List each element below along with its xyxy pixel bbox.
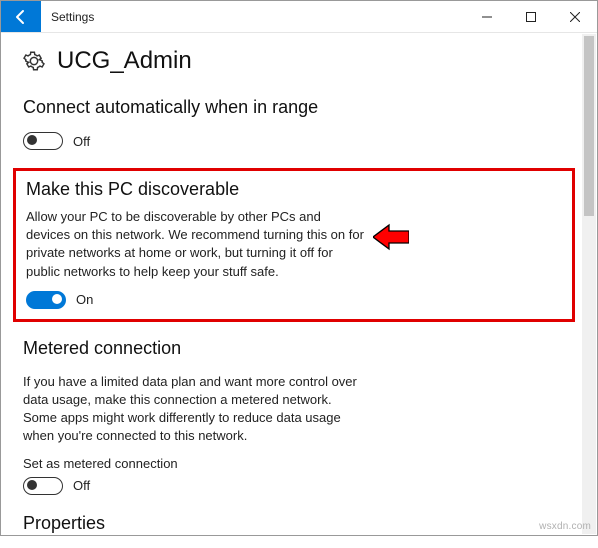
- section-connect-automatically: Connect automatically when in range Off: [23, 97, 575, 150]
- section-title-discoverable: Make this PC discoverable: [26, 179, 562, 200]
- back-button[interactable]: [1, 1, 41, 32]
- page-header: UCG_Admin: [23, 47, 575, 75]
- highlighted-section-discoverable: Make this PC discoverable Allow your PC …: [13, 168, 575, 322]
- section-properties: Properties: [23, 513, 575, 534]
- annotation-arrow: [373, 223, 409, 251]
- metered-toggle-label: Off: [73, 478, 90, 493]
- arrow-left-icon: [13, 9, 29, 25]
- section-title-connect: Connect automatically when in range: [23, 97, 575, 118]
- vertical-scrollbar[interactable]: [582, 34, 596, 534]
- discoverable-toggle[interactable]: [26, 291, 66, 309]
- section-metered: Metered connection If you have a limited…: [23, 338, 575, 495]
- connect-toggle[interactable]: [23, 132, 63, 150]
- metered-toggle[interactable]: [23, 477, 63, 495]
- minimize-button[interactable]: [465, 1, 509, 32]
- close-button[interactable]: [553, 1, 597, 32]
- metered-label: Set as metered connection: [23, 456, 575, 471]
- minimize-icon: [482, 12, 492, 22]
- maximize-button[interactable]: [509, 1, 553, 32]
- connect-toggle-label: Off: [73, 134, 90, 149]
- maximize-icon: [526, 12, 536, 22]
- window-controls: [465, 1, 597, 32]
- toggle-row-discoverable: On: [26, 291, 562, 309]
- gear-icon: [23, 50, 45, 72]
- window-title: Settings: [41, 1, 94, 32]
- metered-description: If you have a limited data plan and want…: [23, 373, 363, 446]
- arrow-left-red-icon: [373, 223, 409, 251]
- titlebar-spacer: [94, 1, 465, 32]
- scrollbar-thumb[interactable]: [584, 36, 594, 216]
- section-title-properties: Properties: [23, 513, 575, 534]
- toggle-row-metered: Off: [23, 477, 575, 495]
- title-bar: Settings: [1, 1, 597, 33]
- page-title: UCG_Admin: [57, 47, 192, 75]
- section-title-metered: Metered connection: [23, 338, 575, 359]
- content-area: UCG_Admin Connect automatically when in …: [1, 33, 597, 548]
- discoverable-toggle-label: On: [76, 292, 93, 307]
- discoverable-description: Allow your PC to be discoverable by othe…: [26, 208, 366, 281]
- close-icon: [570, 12, 580, 22]
- watermark: wsxdn.com: [539, 521, 591, 532]
- toggle-row-connect: Off: [23, 132, 575, 150]
